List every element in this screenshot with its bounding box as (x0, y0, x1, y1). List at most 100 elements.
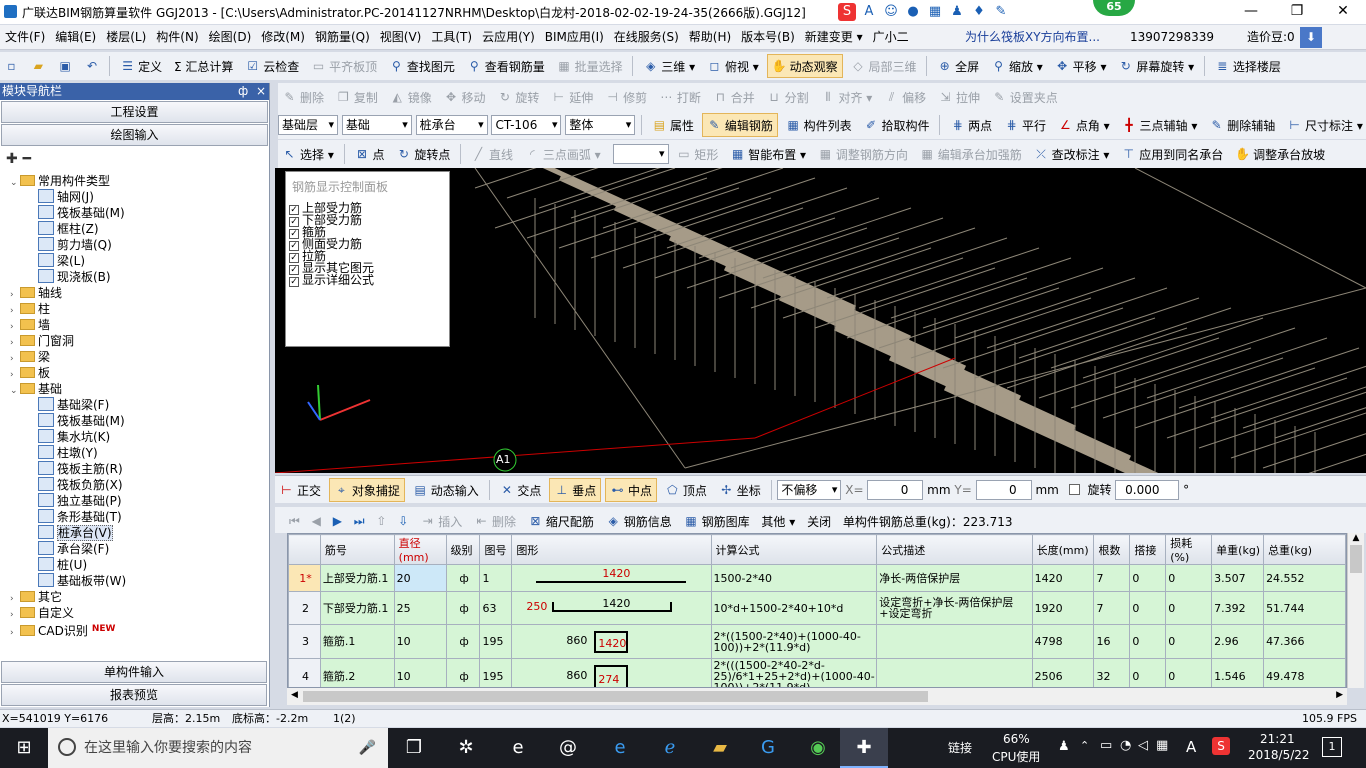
cell-len[interactable]: 1920 (1031, 591, 1095, 625)
table-horizontal-scrollbar[interactable]: ◀ ▶ (287, 688, 1347, 705)
adjust-cap-slope-button[interactable]: ✋ 调整承台放坡 (1231, 142, 1329, 166)
tree-node-0[interactable]: ⌄ 常用构件类型 (10, 173, 110, 189)
align-slab-top-button[interactable]: ▭ 平齐板顶 (307, 54, 381, 78)
open-file-button[interactable]: ▰ (27, 54, 50, 78)
cell-lap[interactable]: 0 (1129, 591, 1167, 625)
cell-unit[interactable]: 2.96 (1211, 624, 1265, 659)
summary-calc-button[interactable]: Σ 汇总计算 (170, 54, 237, 78)
tray-chevron-icon[interactable]: ⌃ (1080, 739, 1089, 752)
point-button[interactable]: ⊠ 点 (351, 142, 389, 166)
smart-layout-button[interactable]: ▦ 智能布置 ▾ (726, 142, 810, 166)
cell-formula[interactable]: 1500-2*40 (710, 564, 878, 592)
cell-fig[interactable]: 63 (479, 591, 513, 625)
glodon-g-icon[interactable]: G (744, 728, 792, 768)
tree-node-17[interactable]: 柱墩(Y) (38, 445, 98, 461)
shape-cell[interactable]: 860 1420 (511, 624, 712, 659)
col-header-0[interactable] (288, 534, 321, 565)
phone-account[interactable]: 13907298339 (1130, 25, 1214, 50)
view-rebar-button[interactable]: ⚲ 查看钢筋量 (463, 54, 549, 78)
tree-node-1[interactable]: 轴网(J) (38, 189, 94, 205)
sogou-tray-icon[interactable]: S (1212, 737, 1230, 755)
tree-node-21[interactable]: 条形基础(T) (38, 509, 122, 525)
parallel-button[interactable]: ⋕ 平行 (1000, 113, 1050, 137)
col-header-8[interactable]: 长度(mm) (1031, 534, 1095, 565)
tree-node-19[interactable]: 筏板负筋(X) (38, 477, 123, 493)
battery-icon[interactable]: ▭ (1100, 738, 1112, 753)
wifi-icon[interactable]: ◔ (1120, 738, 1131, 753)
tree-node-20[interactable]: 独立基础(P) (38, 493, 122, 509)
cell-rn[interactable]: 4 (288, 658, 321, 687)
x-input[interactable]: 0 (867, 480, 924, 500)
cell-formula[interactable]: 2*((1500-2*40)+(1000-40-100))+2*(11.9*d) (710, 624, 878, 659)
arc-option-select[interactable] (612, 144, 669, 164)
cell-cnt[interactable]: 32 (1093, 658, 1131, 687)
mic-icon[interactable]: ● (904, 3, 922, 21)
shape-cell[interactable]: 860 274 (511, 658, 712, 687)
coordinate-snap-button[interactable]: ✢ 坐标 (715, 478, 765, 502)
find-element-button[interactable]: ⚲ 查找图元 (385, 54, 459, 78)
scale-rebar-button[interactable]: ⊠ 缩尺配筋 (524, 509, 598, 533)
undo-button[interactable]: ↶ (80, 54, 103, 78)
price-beans[interactable]: 造价豆:0 (1247, 25, 1295, 50)
cell-len[interactable]: 1420 (1031, 564, 1095, 592)
tree-node-22[interactable]: 桩承台(V) (38, 525, 113, 541)
select-floor-button[interactable]: ≣ 选择楼层 (1211, 54, 1285, 78)
cell-loss[interactable]: 0 (1165, 591, 1213, 625)
file-explorer-icon[interactable]: ▰ (696, 728, 744, 768)
other-button[interactable]: 其他 ▾ (757, 509, 799, 533)
col-header-7[interactable]: 公式描述 (876, 534, 1033, 565)
cell-dia[interactable]: 10 (393, 624, 447, 659)
split-button[interactable]: ⊔ 分割 (763, 85, 813, 109)
wrench-icon[interactable]: ✎ (992, 3, 1010, 21)
local-3d-button[interactable]: ◇ 局部三维 (846, 54, 920, 78)
delete-axis-button[interactable]: ✎ 删除辅轴 (1205, 113, 1279, 137)
tree-node-26[interactable]: › 其它 (10, 589, 62, 605)
tree-node-9[interactable]: › 墙 (10, 317, 50, 333)
tree-node-7[interactable]: › 轴线 (10, 285, 62, 301)
shape-cell[interactable]: 1420 (511, 564, 712, 592)
tree-node-4[interactable]: 剪力墙(Q) (38, 237, 112, 253)
rotate-input[interactable]: 0.000 (1115, 480, 1180, 500)
keyboard-tray-icon[interactable]: ▦ (1156, 738, 1168, 753)
zoom-button[interactable]: ⚲ 缩放 ▾ (987, 54, 1047, 78)
apply-same-cap-button[interactable]: ⊤ 应用到同名承台 (1117, 142, 1227, 166)
batch-select-button[interactable]: ▦ 批量选择 (553, 54, 627, 78)
tree-node-13[interactable]: ⌄ 基础 (10, 381, 62, 397)
pick-component-button[interactable]: ✐ 拾取构件 (860, 113, 934, 137)
cell-unit[interactable]: 7.392 (1211, 591, 1265, 625)
cell-total[interactable]: 24.552 (1263, 564, 1346, 592)
restore-button[interactable]: ❐ (1274, 0, 1320, 24)
cell-rn[interactable]: 1* (288, 564, 321, 592)
col-header-6[interactable]: 计算公式 (710, 534, 878, 565)
define-button[interactable]: ☰ 定义 (116, 54, 166, 78)
pan-button[interactable]: ✥ 平移 ▾ (1051, 54, 1111, 78)
move-button[interactable]: ✥ 移动 (440, 85, 490, 109)
cell-dia[interactable]: 25 (393, 591, 447, 625)
score-badge[interactable]: 65 (1093, 0, 1135, 16)
cell-rn[interactable]: 3 (288, 624, 321, 659)
check-annotation-button[interactable]: ⤫ 查改标注 ▾ (1030, 142, 1114, 166)
rebar-library-button[interactable]: ▦ 钢筋图库 (680, 509, 754, 533)
draw-input-button[interactable]: 绘图输入 (1, 124, 268, 146)
component-list-button[interactable]: ▦ 构件列表 (782, 113, 856, 137)
col-header-1[interactable]: 筋号 (319, 534, 395, 565)
smile-icon[interactable]: ☺ (882, 3, 900, 21)
close-panel-icon[interactable]: × (256, 83, 266, 100)
cell-unit[interactable]: 1.546 (1211, 658, 1265, 687)
table-row[interactable]: 3 箍筋.1 10 ф 195 860 1420 2*((1500-2*40)+(1000-4… (288, 624, 1346, 659)
y-input[interactable]: 0 (975, 480, 1032, 500)
cell-total[interactable]: 49.478 (1263, 658, 1346, 687)
col-header-12[interactable]: 单重(kg) (1211, 534, 1265, 565)
menu-online[interactable]: 在线服务(S) (609, 25, 684, 50)
link-label[interactable]: 链接 (948, 739, 972, 756)
three-point-axis-button[interactable]: ╋ 三点辅轴 ▾ (1118, 113, 1202, 137)
col-header-5[interactable]: 图形 (511, 534, 712, 565)
adjust-rebar-direction-button[interactable]: ▦ 调整钢筋方向 (814, 142, 912, 166)
question-link[interactable]: 为什么筏板XY方向布置... (965, 25, 1100, 50)
tree-node-18[interactable]: 筏板主筋(R) (38, 461, 123, 477)
type-select[interactable]: 桩承台 (415, 115, 488, 135)
close-button[interactable]: ✕ (1320, 0, 1366, 24)
edge-blue-icon[interactable]: e (596, 728, 644, 768)
tree-node-6[interactable]: 现浇板(B) (38, 269, 111, 285)
mic-search-icon[interactable]: 🎤 (359, 728, 376, 768)
